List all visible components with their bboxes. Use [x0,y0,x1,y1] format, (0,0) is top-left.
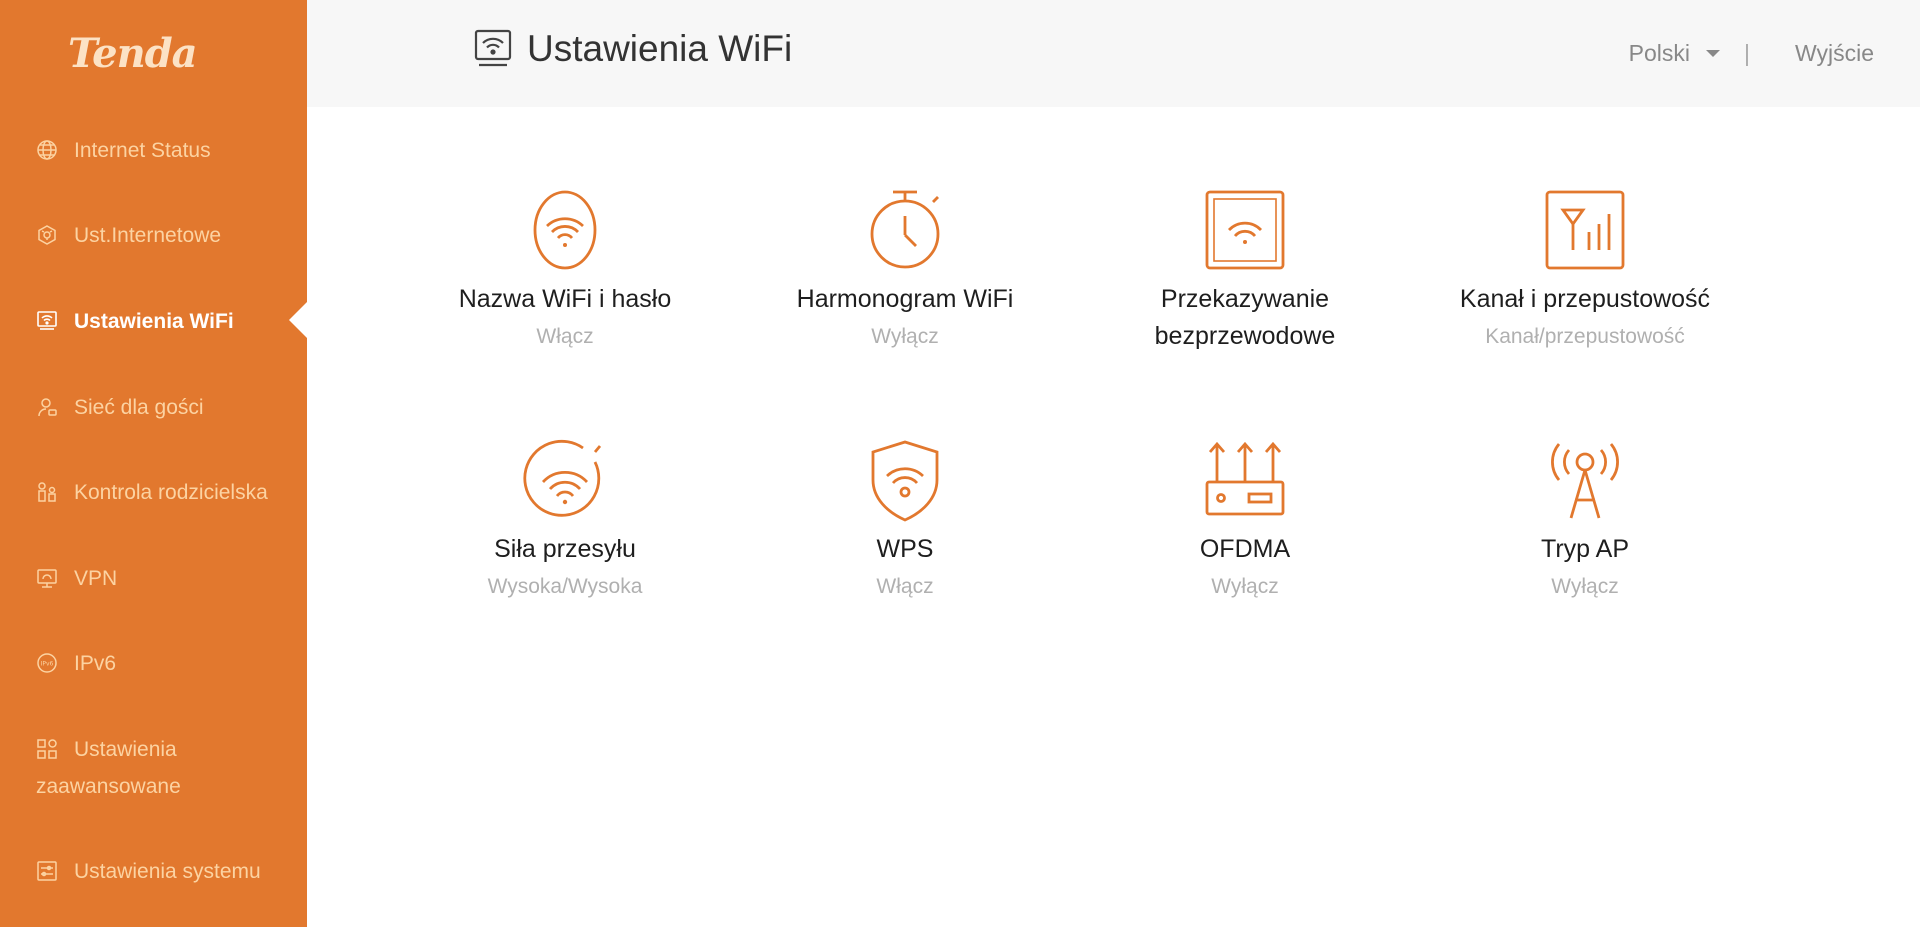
tile-status: Włącz [876,575,934,598]
header-divider: | [1744,40,1750,66]
tile-status: Włącz [536,325,594,348]
tile-wireless-relay[interactable]: Przekazywanie bezprzewodowe [1095,188,1395,355]
wifi-oval-icon [523,188,607,272]
language-select[interactable]: Polski [1629,40,1720,67]
sidebar-item-vpn[interactable]: VPN [36,560,296,597]
antenna-icon [1543,438,1627,522]
sidebar-item-advanced-settings[interactable]: Ustawienia zaawansowane [36,731,276,805]
tile-wifi-name-password[interactable]: Nazwa WiFi i hasło Włącz [415,188,715,355]
sidebar: Tenda Internet Status Ust.Internetowe Us… [0,0,307,927]
tile-status: Wyłącz [1551,575,1619,598]
tile-wps[interactable]: WPS Włącz [755,438,1055,605]
tile-title: Nazwa WiFi i hasło [458,285,672,313]
sidebar-item-internet-settings[interactable]: Ust.Internetowe [36,217,296,254]
sidebar-item-wifi-settings[interactable]: Ustawienia WiFi [36,303,296,340]
chevron-down-icon [1706,50,1720,57]
tenda-logo: Tenda [68,30,198,77]
sidebar-item-internet-status[interactable]: Internet Status [36,132,296,169]
tile-title: Kanał i przepustowość [1459,285,1711,313]
ipv6-icon: IPv6 [36,652,58,674]
wifi-circle-icon [523,438,607,522]
sidebar-item-label: Internet Status [74,139,211,162]
system-settings-icon [36,860,58,882]
vpn-monitor-icon [36,567,58,589]
logout-link[interactable]: Wyjście [1795,40,1874,67]
page-title: Ustawienia WiFi [527,28,793,69]
tile-status: Wysoka/Wysoka [487,575,643,598]
sidebar-item-label: VPN [74,567,118,590]
sidebar-item-label: Ustawienia systemu [74,860,261,883]
tile-title: Harmonogram WiFi [796,285,1014,313]
tile-channel-bandwidth[interactable]: Kanał i przepustowość Kanał/przepustowoś… [1435,188,1735,355]
network-hex-icon [36,224,58,246]
router-wifi-icon [473,29,513,69]
tile-ap-mode[interactable]: Tryp AP Wyłącz [1435,438,1735,605]
sidebar-item-label: Ustawienia zaawansowane [36,731,276,805]
sidebar-item-label: Ust.Internetowe [74,224,222,247]
wifi-square-icon [1203,188,1287,272]
tile-status: Wyłącz [1211,575,1279,598]
sidebar-item-label: Kontrola rodzicielska [74,481,268,504]
sidebar-item-parental-control[interactable]: Kontrola rodzicielska [36,474,296,511]
guest-user-icon [36,396,58,418]
grid-icon [36,738,58,760]
language-value: Polski [1628,40,1690,66]
tile-wifi-schedule[interactable]: Harmonogram WiFi Wyłącz [755,188,1055,355]
wifi-shield-icon [863,438,947,522]
tile-title: WPS [876,535,934,563]
tile-status: Wyłącz [871,325,939,348]
tile-title: Siła przesyłu [494,535,636,563]
header: Ustawienia WiFi Polski | Wyjście [307,0,1920,107]
tile-status: Kanał/przepustowość [1485,325,1685,348]
active-indicator [289,302,307,338]
channel-bars-icon [1543,188,1627,272]
globe-icon [36,139,58,161]
sidebar-item-system-settings[interactable]: Ustawienia systemu [36,853,296,890]
sidebar-item-guest-network[interactable]: Sieć dla gości [36,389,296,426]
tile-title: OFDMA [1199,535,1291,563]
sidebar-item-ipv6[interactable]: IPv6 IPv6 [36,645,296,682]
tile-title: Tryp AP [1541,535,1629,563]
svg-text:IPv6: IPv6 [41,661,54,668]
stopwatch-icon [863,188,947,272]
sidebar-item-label: IPv6 [74,652,117,675]
sidebar-item-label: Sieć dla gości [74,396,204,419]
family-icon [36,481,58,503]
tile-ofdma[interactable]: OFDMA Wyłącz [1095,438,1395,605]
tile-transmit-power[interactable]: Siła przesyłu Wysoka/Wysoka [415,438,715,605]
router-arrows-icon [1203,438,1287,522]
tile-title: Przekazywanie bezprzewodowe [1154,285,1336,350]
sidebar-item-label: Ustawienia WiFi [74,310,234,333]
page-title-group: Ustawienia WiFi [473,28,792,70]
router-wifi-icon [36,310,58,332]
